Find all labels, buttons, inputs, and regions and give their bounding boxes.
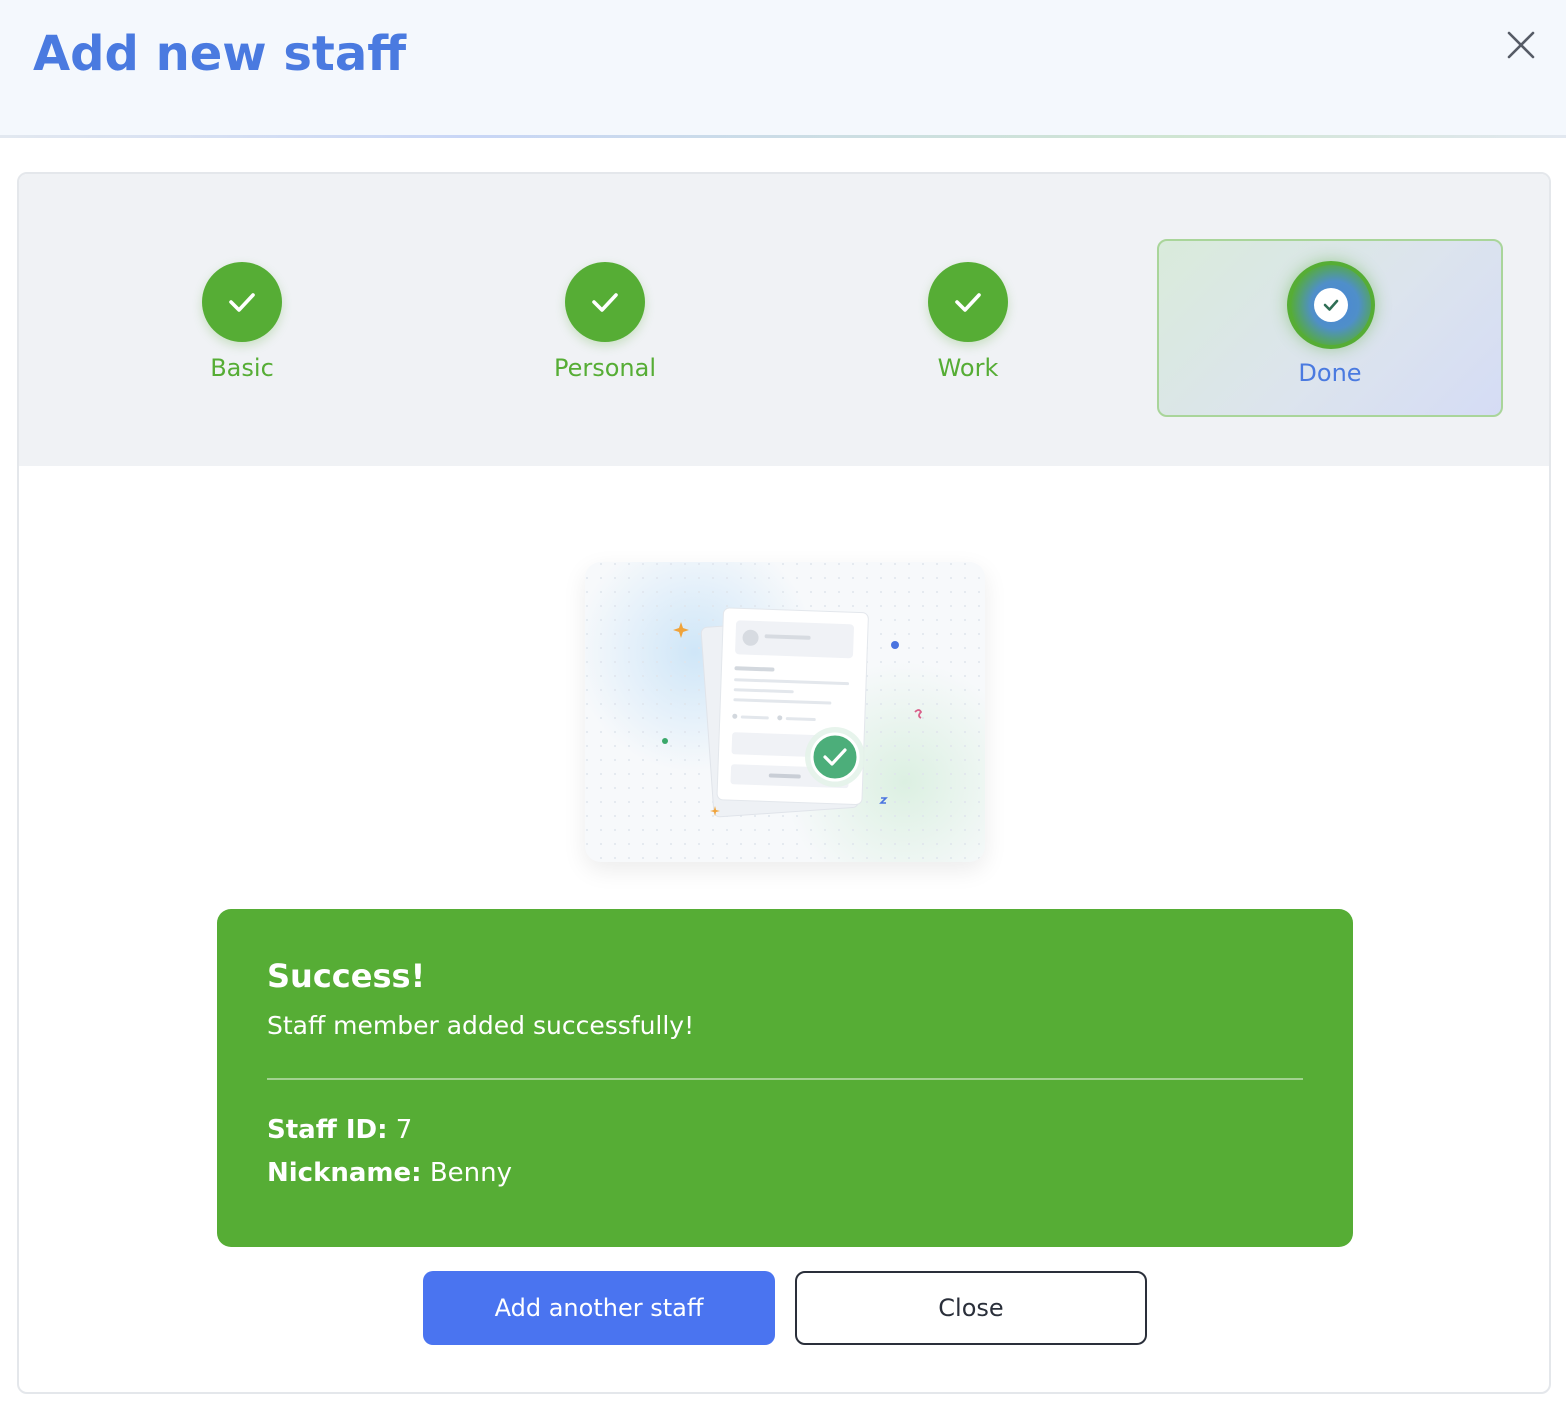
- add-staff-modal: Add new staff Basic Personal Work Done S…: [0, 0, 1566, 1428]
- modal-header: Add new staff: [0, 0, 1566, 138]
- success-message: Staff member added successfully!: [267, 1011, 695, 1040]
- nickname-value: Benny: [429, 1158, 513, 1188]
- step-work[interactable]: Work: [868, 262, 1068, 382]
- success-title: Success!: [267, 957, 426, 995]
- step-done[interactable]: Done: [1157, 239, 1503, 417]
- staff-id-value: 7: [395, 1115, 413, 1145]
- step-basic[interactable]: Basic: [142, 262, 342, 382]
- close-x-icon[interactable]: [1500, 24, 1542, 66]
- nickname-label: Nickname:: [267, 1158, 422, 1188]
- stepper: Basic Personal Work Done: [19, 174, 1549, 466]
- step-done-indicator: [1287, 261, 1375, 349]
- nickname-row: Nickname: Benny: [267, 1158, 512, 1188]
- step-label: Basic: [210, 354, 274, 382]
- checkmark-icon: [202, 262, 282, 342]
- staff-id-label: Staff ID:: [267, 1115, 388, 1145]
- step-label: Done: [1298, 359, 1362, 387]
- step-label: Personal: [553, 354, 657, 382]
- success-alert: Success! Staff member added successfully…: [217, 909, 1353, 1247]
- checkmark-icon: [928, 262, 1008, 342]
- checkmark-icon: [1314, 288, 1348, 322]
- divider: [267, 1078, 1303, 1080]
- modal-title: Add new staff: [33, 26, 407, 82]
- document-success-illustration: [585, 562, 985, 862]
- add-another-staff-button[interactable]: Add another staff: [423, 1271, 775, 1345]
- staff-id-row: Staff ID: 7: [267, 1115, 412, 1145]
- step-label: Work: [937, 354, 999, 382]
- close-button[interactable]: Close: [795, 1271, 1147, 1345]
- checkmark-icon: [565, 262, 645, 342]
- step-personal[interactable]: Personal: [505, 262, 705, 382]
- wizard-card: Basic Personal Work Done Success! Staff …: [17, 172, 1551, 1394]
